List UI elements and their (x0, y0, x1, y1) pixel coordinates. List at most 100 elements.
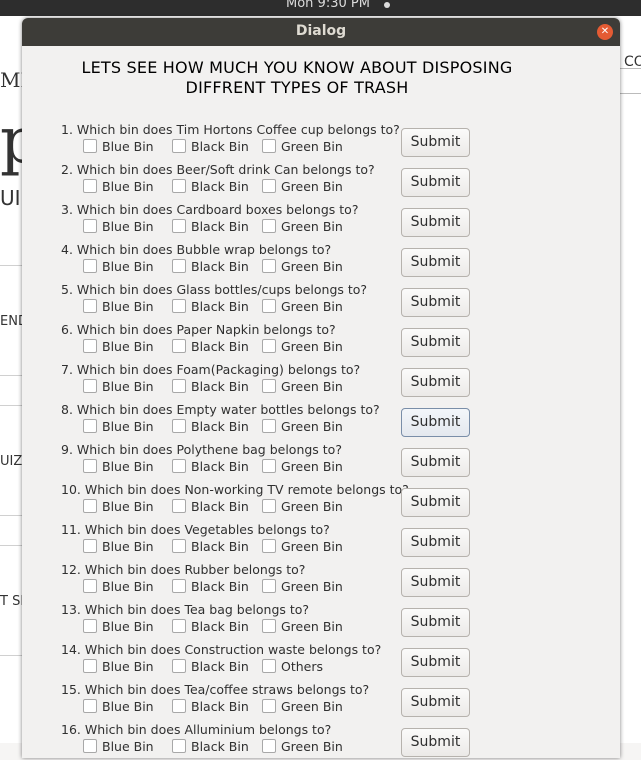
option-label[interactable]: Black Bin (191, 459, 249, 474)
option-checkbox[interactable] (172, 459, 186, 473)
option-checkbox[interactable] (83, 419, 97, 433)
dialog-titlebar[interactable]: Dialog ✕ (22, 18, 620, 46)
option-label[interactable]: Green Bin (281, 619, 343, 634)
option-label[interactable]: Black Bin (191, 139, 249, 154)
option-label[interactable]: Green Bin (281, 539, 343, 554)
option-label[interactable]: Green Bin (281, 139, 343, 154)
option-label[interactable]: Blue Bin (102, 459, 154, 474)
option-checkbox[interactable] (262, 619, 276, 633)
option-label[interactable]: Blue Bin (102, 659, 154, 674)
option-checkbox[interactable] (262, 459, 276, 473)
option-label[interactable]: Green Bin (281, 499, 343, 514)
option-checkbox[interactable] (83, 139, 97, 153)
option-label[interactable]: Green Bin (281, 739, 343, 754)
submit-button[interactable]: Submit (401, 288, 470, 317)
option-checkbox[interactable] (172, 379, 186, 393)
option-checkbox[interactable] (83, 659, 97, 673)
option-label[interactable]: Blue Bin (102, 219, 154, 234)
option-checkbox[interactable] (262, 739, 276, 753)
option-label[interactable]: Blue Bin (102, 179, 154, 194)
option-checkbox[interactable] (172, 339, 186, 353)
option-checkbox[interactable] (172, 259, 186, 273)
option-label[interactable]: Black Bin (191, 379, 249, 394)
option-checkbox[interactable] (83, 339, 97, 353)
option-checkbox[interactable] (172, 579, 186, 593)
option-checkbox[interactable] (83, 619, 97, 633)
submit-button[interactable]: Submit (401, 608, 470, 637)
submit-button[interactable]: Submit (401, 368, 470, 397)
option-checkbox[interactable] (83, 579, 97, 593)
option-checkbox[interactable] (262, 219, 276, 233)
option-label[interactable]: Green Bin (281, 419, 343, 434)
option-label[interactable]: Green Bin (281, 219, 343, 234)
option-checkbox[interactable] (172, 539, 186, 553)
submit-button[interactable]: Submit (401, 568, 470, 597)
option-checkbox[interactable] (172, 219, 186, 233)
option-checkbox[interactable] (262, 339, 276, 353)
option-label[interactable]: Black Bin (191, 659, 249, 674)
submit-button[interactable]: Submit (401, 248, 470, 277)
option-checkbox[interactable] (172, 619, 186, 633)
option-checkbox[interactable] (262, 259, 276, 273)
option-label[interactable]: Blue Bin (102, 499, 154, 514)
option-label[interactable]: Black Bin (191, 259, 249, 274)
option-label[interactable]: Blue Bin (102, 259, 154, 274)
option-checkbox[interactable] (172, 739, 186, 753)
submit-button[interactable]: Submit (401, 168, 470, 197)
option-label[interactable]: Blue Bin (102, 699, 154, 714)
option-label[interactable]: Blue Bin (102, 139, 154, 154)
option-label[interactable]: Green Bin (281, 299, 343, 314)
option-label[interactable]: Black Bin (191, 579, 249, 594)
option-checkbox[interactable] (83, 379, 97, 393)
option-checkbox[interactable] (262, 299, 276, 313)
option-label[interactable]: Green Bin (281, 259, 343, 274)
submit-button[interactable]: Submit (401, 408, 470, 437)
option-label[interactable]: Blue Bin (102, 419, 154, 434)
option-label[interactable]: Blue Bin (102, 739, 154, 754)
option-checkbox[interactable] (172, 139, 186, 153)
option-checkbox[interactable] (262, 379, 276, 393)
option-checkbox[interactable] (262, 179, 276, 193)
option-label[interactable]: Black Bin (191, 619, 249, 634)
submit-button[interactable]: Submit (401, 448, 470, 477)
close-icon[interactable]: ✕ (597, 24, 613, 40)
option-checkbox[interactable] (83, 179, 97, 193)
option-checkbox[interactable] (83, 499, 97, 513)
option-label[interactable]: Blue Bin (102, 539, 154, 554)
option-checkbox[interactable] (262, 659, 276, 673)
option-label[interactable]: Green Bin (281, 459, 343, 474)
option-label[interactable]: Green Bin (281, 179, 343, 194)
option-label[interactable]: Blue Bin (102, 379, 154, 394)
option-label[interactable]: Black Bin (191, 179, 249, 194)
option-checkbox[interactable] (172, 699, 186, 713)
option-label[interactable]: Green Bin (281, 339, 343, 354)
submit-button[interactable]: Submit (401, 208, 470, 237)
option-checkbox[interactable] (172, 499, 186, 513)
option-label[interactable]: Black Bin (191, 699, 249, 714)
submit-button[interactable]: Submit (401, 128, 470, 157)
option-label[interactable]: Blue Bin (102, 619, 154, 634)
option-checkbox[interactable] (262, 499, 276, 513)
option-label[interactable]: Blue Bin (102, 579, 154, 594)
option-label[interactable]: Black Bin (191, 739, 249, 754)
submit-button[interactable]: Submit (401, 488, 470, 517)
option-label[interactable]: Green Bin (281, 699, 343, 714)
option-checkbox[interactable] (172, 179, 186, 193)
option-checkbox[interactable] (83, 219, 97, 233)
option-label[interactable]: Black Bin (191, 339, 249, 354)
submit-button[interactable]: Submit (401, 648, 470, 677)
option-label[interactable]: Blue Bin (102, 299, 154, 314)
submit-button[interactable]: Submit (401, 528, 470, 557)
option-checkbox[interactable] (262, 419, 276, 433)
submit-button[interactable]: Submit (401, 328, 470, 357)
option-checkbox[interactable] (172, 419, 186, 433)
option-label[interactable]: Blue Bin (102, 339, 154, 354)
option-checkbox[interactable] (83, 539, 97, 553)
option-label[interactable]: Black Bin (191, 219, 249, 234)
option-label[interactable]: Black Bin (191, 299, 249, 314)
option-checkbox[interactable] (262, 699, 276, 713)
option-label[interactable]: Green Bin (281, 379, 343, 394)
option-label[interactable]: Others (281, 659, 323, 674)
option-checkbox[interactable] (83, 739, 97, 753)
option-checkbox[interactable] (262, 139, 276, 153)
